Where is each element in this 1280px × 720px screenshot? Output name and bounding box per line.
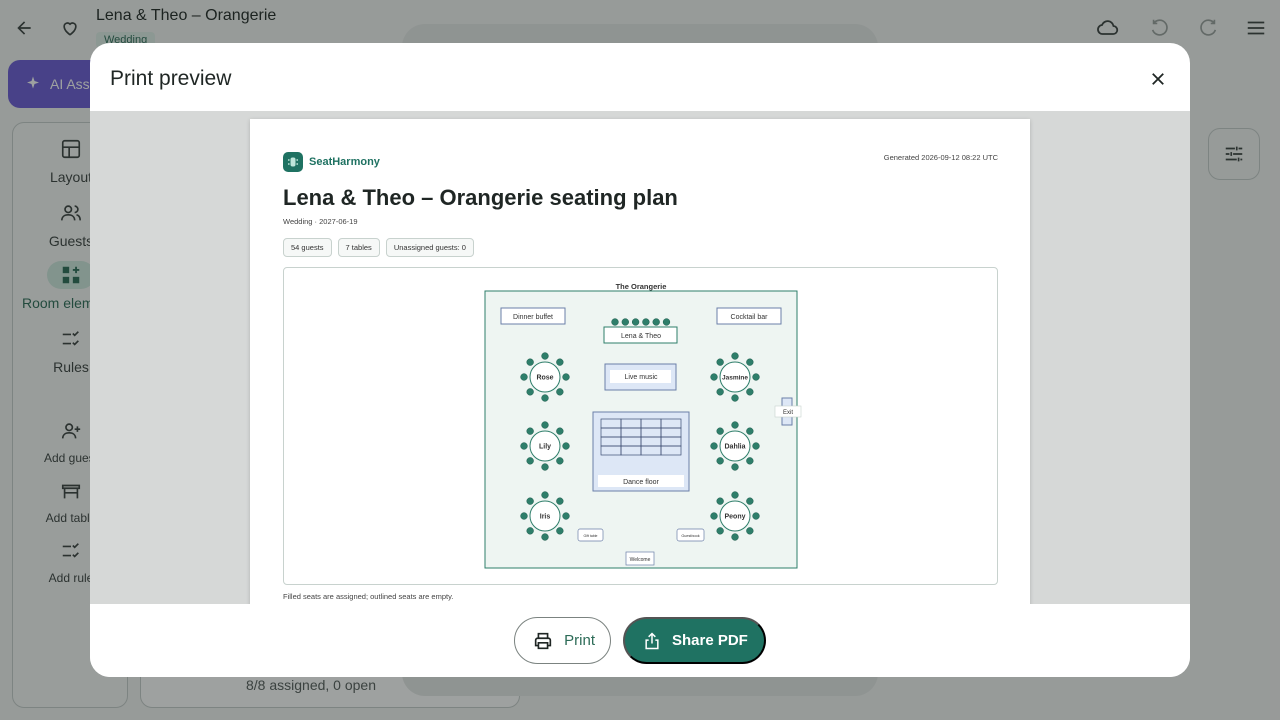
seat <box>556 457 564 465</box>
dialog-title: Print preview <box>110 67 232 90</box>
seat <box>716 427 724 435</box>
seat <box>752 512 760 520</box>
seat <box>520 442 528 450</box>
seat <box>752 442 760 450</box>
table-iris-label: Iris <box>540 514 551 521</box>
seat <box>710 373 718 381</box>
guestbook-label: Guestbook <box>681 534 699 538</box>
legend-note: Filled seats are assigned; outlined seat… <box>283 592 454 601</box>
music-label: Live music <box>624 374 658 381</box>
buffet-label: Dinner buffet <box>513 314 553 321</box>
head-seat <box>642 318 650 326</box>
table-peony-label: Peony <box>724 514 745 521</box>
seat <box>746 527 754 535</box>
close-icon <box>1152 73 1164 85</box>
table-dahlia-label: Dahlia <box>724 444 745 451</box>
seat <box>541 421 549 429</box>
head-seat <box>631 318 640 326</box>
report-page: SeatHarmony Generated 2026-09-12 08:22 U… <box>250 119 1030 604</box>
table-jasmine-label: Jasmine <box>722 375 748 382</box>
seat <box>716 388 724 396</box>
seat <box>520 512 528 520</box>
share-pdf-label: Share PDF <box>671 632 748 649</box>
seat <box>526 427 534 435</box>
seat <box>752 373 760 381</box>
seat <box>746 457 754 465</box>
seat <box>746 388 754 396</box>
seat <box>710 442 718 450</box>
brand-logo-icon <box>283 152 303 172</box>
seat <box>562 442 570 450</box>
print-label: Print <box>564 632 595 649</box>
seat <box>731 491 739 499</box>
exit-label: Exit <box>783 410 793 416</box>
seat <box>556 497 564 505</box>
share-pdf-button[interactable]: Share PDF <box>622 617 766 664</box>
report-subtitle: Wedding · 2027-06-19 <box>283 217 358 226</box>
seat <box>716 497 724 505</box>
report-title: Lena & Theo – Orangerie seating plan <box>283 185 678 210</box>
seat <box>746 427 754 435</box>
seat <box>526 358 534 366</box>
print-button[interactable]: Print <box>514 617 611 664</box>
seat <box>731 394 739 402</box>
head-seat <box>611 318 619 326</box>
room-name: The Orangerie <box>616 282 667 291</box>
bar-label: Cocktail bar <box>731 314 769 321</box>
seat <box>526 527 534 535</box>
seat <box>716 358 724 366</box>
seat <box>556 358 564 366</box>
unassigned-chip: Unassigned guests: 0 <box>385 238 474 257</box>
seat <box>541 394 549 402</box>
seat <box>541 491 549 499</box>
seat <box>541 463 549 471</box>
dance-label: Dance floor <box>623 479 659 486</box>
head-table-label: Lena & Theo <box>621 333 661 340</box>
head-seat <box>662 318 671 326</box>
seat <box>556 527 564 535</box>
print-preview-dialog: Print preview SeatHarmony Generated 2026… <box>90 43 1190 677</box>
seat <box>710 512 718 520</box>
summary-chips: 54 guests 7 tables Unassigned guests: 0 <box>283 238 474 257</box>
share-icon <box>645 631 659 649</box>
seat <box>731 463 739 471</box>
seat <box>731 421 739 429</box>
head-seat <box>621 318 629 326</box>
seat <box>731 533 739 541</box>
report-brand: SeatHarmony <box>283 152 380 172</box>
generated-timestamp: Generated 2026-09-12 08:22 UTC <box>883 153 998 162</box>
floorplan-svg: The Orangerie Dinner buffet Cocktail bar… <box>484 282 802 569</box>
seat <box>556 427 564 435</box>
seat <box>526 497 534 505</box>
seat <box>746 497 754 505</box>
guest-count-chip: 54 guests <box>283 238 332 257</box>
table-rose-label: Rose <box>536 375 553 382</box>
head-seat <box>652 318 660 326</box>
seat <box>541 352 549 360</box>
brand-name: SeatHarmony <box>309 156 380 168</box>
close-button[interactable] <box>1142 63 1174 95</box>
printer-icon <box>534 632 552 649</box>
seat <box>716 457 724 465</box>
preview-scroll-area[interactable]: SeatHarmony Generated 2026-09-12 08:22 U… <box>90 111 1190 604</box>
seat <box>731 352 739 360</box>
seat <box>526 388 534 396</box>
seat <box>746 358 754 366</box>
seat <box>556 388 564 396</box>
dialog-footer: Print Share PDF <box>90 604 1190 677</box>
table-lily-label: Lily <box>539 444 551 451</box>
welcome-label: Welcome <box>630 557 651 563</box>
seat <box>526 457 534 465</box>
seat <box>562 373 570 381</box>
seat <box>716 527 724 535</box>
floorplan-frame: The Orangerie Dinner buffet Cocktail bar… <box>283 267 998 585</box>
table-count-chip: 7 tables <box>337 238 380 257</box>
seat <box>562 512 570 520</box>
gift-table-label: Gift table <box>583 534 597 538</box>
seat <box>520 373 528 381</box>
seat <box>541 533 549 541</box>
